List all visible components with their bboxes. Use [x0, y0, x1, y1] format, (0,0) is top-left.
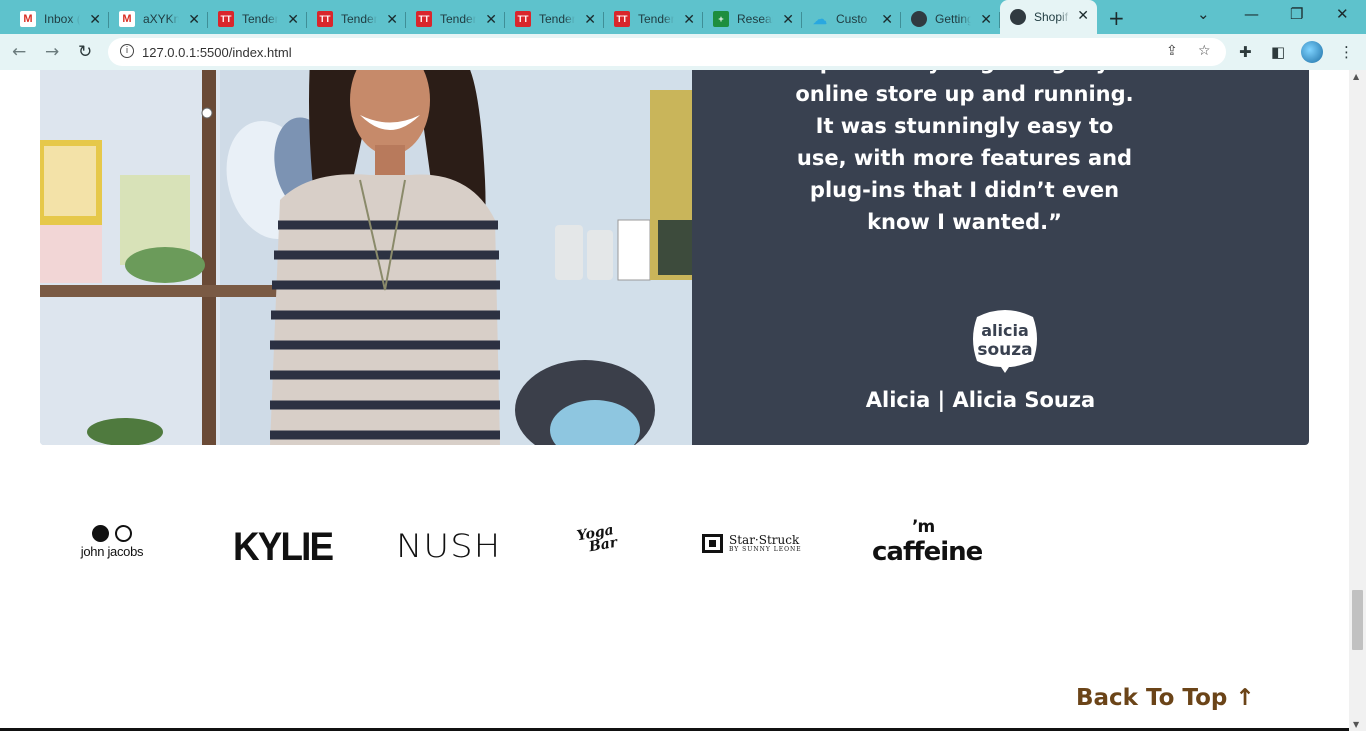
tab-10[interactable]: Getting ✕	[901, 4, 1000, 34]
im-caffeine-logo: ’m caffeine	[872, 517, 983, 567]
badge-line: souza	[977, 340, 1032, 360]
tt-icon: TT	[614, 11, 630, 27]
restore-button[interactable]: ❐	[1290, 5, 1303, 23]
close-tab-icon[interactable]: ✕	[485, 11, 497, 27]
reload-icon[interactable]: ↻	[78, 42, 92, 62]
site-info-icon[interactable]: i	[120, 44, 134, 58]
scroll-down-arrow-icon[interactable]: ▼	[1353, 720, 1359, 729]
tab-title: Inbox (	[44, 12, 80, 26]
brand-logos-row: john jacobs KYLIE NUSH Yoga Bar Star·Str…	[0, 515, 1349, 575]
star-struck-mark-icon	[702, 534, 723, 553]
gmail-icon: M	[20, 11, 36, 27]
browser-tab-strip: M Inbox ( ✕ MaXYKn ✕ TT Tender ✕ TT Tender ✕ TT Tend…	[0, 0, 1366, 34]
founder-photo-illustration	[40, 70, 692, 445]
close-tab-icon[interactable]: ✕	[683, 11, 695, 27]
scroll-up-arrow-icon[interactable]: ▲	[1353, 72, 1359, 81]
forward-arrow-icon[interactable]: →	[45, 42, 59, 62]
tab-8[interactable]: + Resear ✕	[703, 4, 802, 34]
tab-9[interactable]: ☁ Custo ✕	[802, 4, 901, 34]
side-panel-icon[interactable]: ◧	[1271, 43, 1285, 61]
close-window-button[interactable]: ✕	[1336, 5, 1349, 23]
kylie-logo: KYLIE	[233, 525, 334, 569]
tab-search-chevron-icon[interactable]: ⌄	[1197, 5, 1210, 23]
menu-kebab-icon[interactable]: ⋮	[1339, 43, 1354, 61]
sheets-icon: +	[713, 11, 729, 27]
browser-toolbar: ← → ↻ i 127.0.0.1:5500/index.html ⇪ ☆ ✚ …	[0, 34, 1366, 70]
bookmark-star-icon[interactable]: ☆	[1198, 43, 1211, 59]
tab-6[interactable]: TT Tender ✕	[505, 4, 604, 34]
tab-title: Tender	[440, 12, 476, 26]
tab-title: Shopif	[1034, 10, 1069, 24]
tt-icon: TT	[416, 11, 432, 27]
testimonial-card: possibility of getting my online store u…	[40, 70, 1309, 445]
quote-line: It was stunningly easy to	[815, 114, 1114, 138]
globe-icon	[911, 11, 927, 27]
logo-text: ’m	[912, 517, 935, 537]
testimonial-quote: possibility of getting my online store u…	[762, 70, 1167, 238]
scrollbar-thumb[interactable]	[1352, 590, 1363, 650]
logo-text: Star·Struck	[729, 532, 800, 547]
tab-title: Getting	[935, 12, 971, 26]
globe-icon	[1010, 9, 1026, 25]
quote-line: online store up and running.	[795, 82, 1134, 106]
close-tab-icon[interactable]: ✕	[881, 11, 893, 27]
extensions-puzzle-icon[interactable]: ✚	[1239, 43, 1252, 61]
tab-4[interactable]: TT Tender ✕	[307, 4, 406, 34]
quote-line: possibility of getting my	[762, 70, 1167, 78]
close-tab-icon[interactable]: ✕	[584, 11, 596, 27]
page-viewport: possibility of getting my online store u…	[0, 70, 1349, 731]
tab-2[interactable]: MaXYKn ✕	[109, 4, 208, 34]
tab-1[interactable]: M Inbox ( ✕	[10, 4, 109, 34]
close-tab-icon[interactable]: ✕	[386, 11, 398, 27]
close-tab-icon[interactable]: ✕	[782, 11, 794, 27]
close-tab-icon[interactable]: ✕	[287, 11, 299, 27]
tt-icon: TT	[218, 11, 234, 27]
nush-logo: NUSH	[396, 527, 502, 565]
new-tab-button[interactable]: +	[1108, 6, 1125, 30]
quote-line: use, with more features and	[796, 146, 1133, 170]
tab-3[interactable]: TT Tender ✕	[208, 4, 307, 34]
logo-text: BY SUNNY LEONE	[729, 545, 802, 553]
close-tab-icon[interactable]: ✕	[1077, 7, 1089, 23]
tab-title: Tender	[539, 12, 575, 26]
quote-line: plug-ins that I didn’t even	[809, 178, 1120, 202]
alicia-souza-logo: alicia souza	[969, 305, 1041, 373]
tab-title: aXYKn	[143, 12, 179, 26]
close-tab-icon[interactable]: ✕	[89, 11, 101, 27]
tab-title: Tender	[638, 12, 674, 26]
page-scrollbar[interactable]: ▲ ▼	[1349, 70, 1366, 731]
share-icon[interactable]: ⇪	[1166, 43, 1178, 59]
testimonial-author: Alicia | Alicia Souza	[865, 388, 1096, 412]
tab-title: Resear	[737, 12, 773, 26]
tt-icon: TT	[515, 11, 531, 27]
tab-title: Custo	[836, 12, 868, 26]
address-bar[interactable]: i 127.0.0.1:5500/index.html ⇪ ☆	[108, 38, 1226, 66]
quote-line: know I wanted.”	[867, 210, 1062, 234]
close-tab-icon[interactable]: ✕	[188, 11, 200, 27]
back-to-top-link[interactable]: Back To Top ↑	[1076, 685, 1255, 711]
john-jacobs-logo: john jacobs	[72, 525, 152, 559]
quote-panel: possibility of getting my online store u…	[692, 70, 1309, 445]
tab-title: Tender	[242, 12, 278, 26]
url-text: 127.0.0.1:5500/index.html	[142, 45, 292, 60]
tab-11[interactable]: Shopif ✕	[1000, 0, 1097, 34]
yoga-bar-logo: Yoga Bar	[576, 522, 619, 556]
close-tab-icon[interactable]: ✕	[980, 11, 992, 27]
logo-text: john jacobs	[80, 544, 144, 559]
minimize-button[interactable]: —	[1244, 5, 1259, 23]
cloud-icon: ☁	[813, 10, 827, 27]
tab-5[interactable]: TT Tender ✕	[406, 4, 505, 34]
testimonial-photo	[40, 70, 692, 445]
tab-7[interactable]: TT Tender ✕	[604, 4, 703, 34]
tab-title: Tender	[341, 12, 377, 26]
badge-line: alicia	[981, 321, 1029, 340]
logo-text: caffeine	[872, 537, 983, 567]
back-arrow-icon[interactable]: ←	[12, 42, 26, 62]
tt-icon: TT	[317, 11, 333, 27]
profile-avatar[interactable]	[1301, 41, 1323, 63]
star-struck-logo: Star·Struck BY SUNNY LEONE	[702, 534, 802, 553]
gmail-icon: M	[119, 11, 135, 27]
